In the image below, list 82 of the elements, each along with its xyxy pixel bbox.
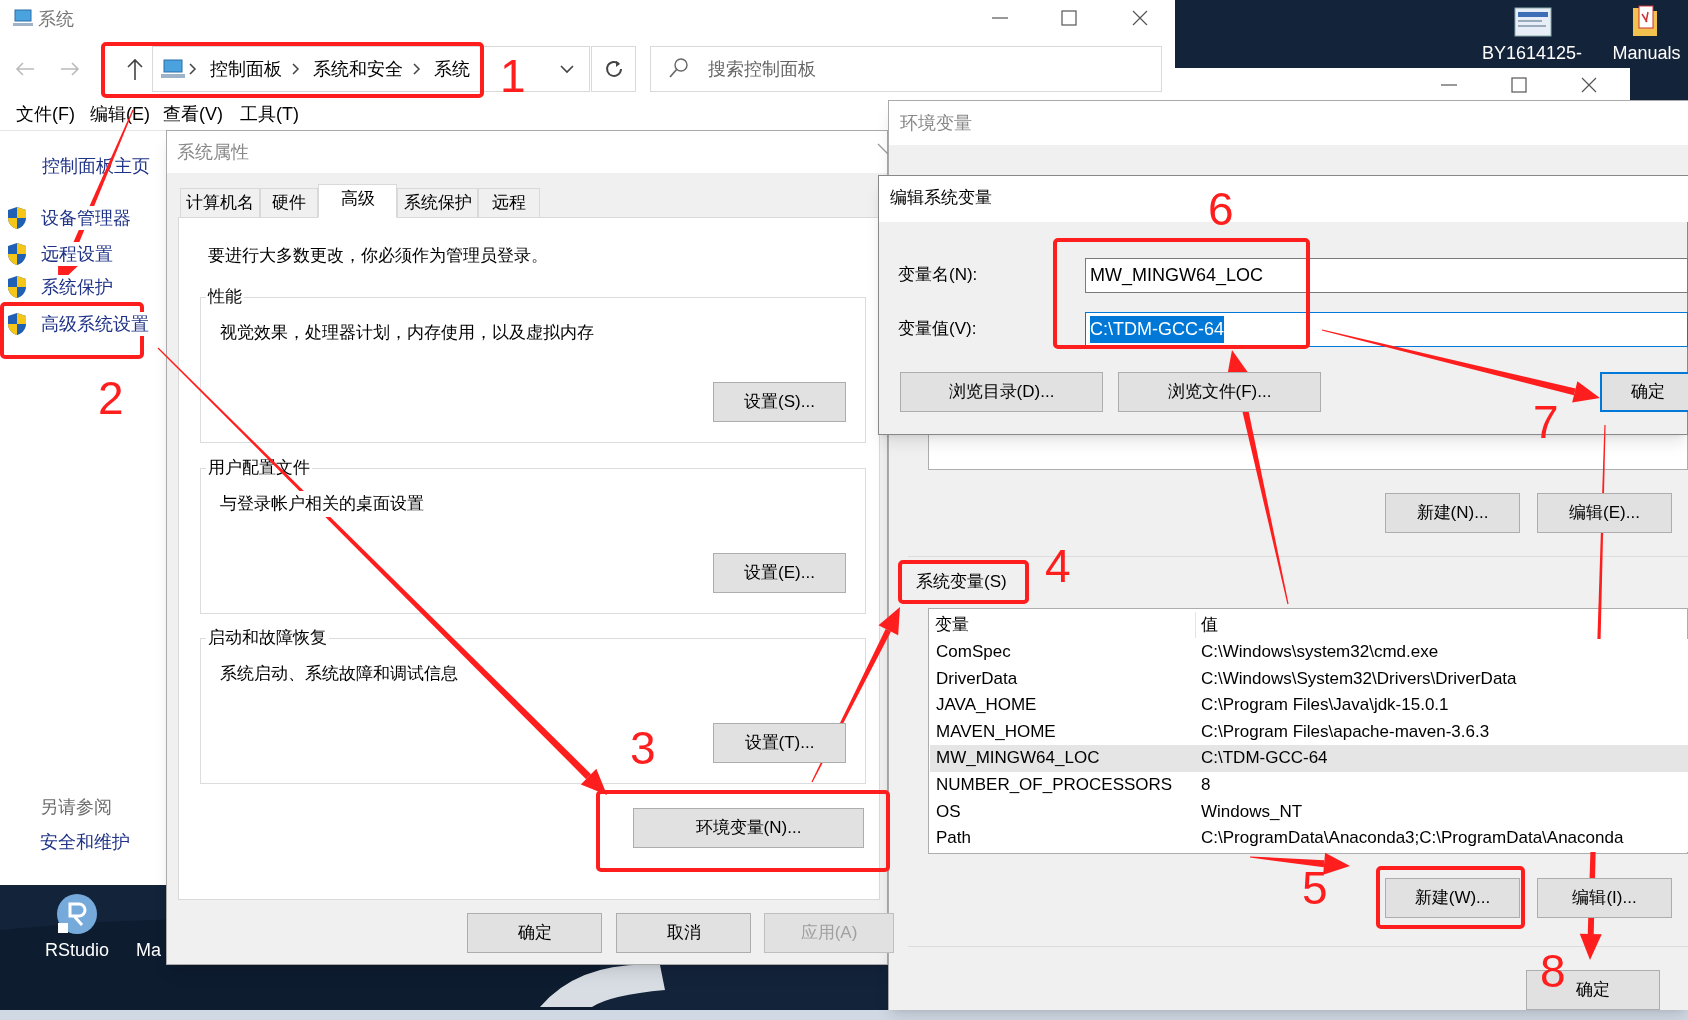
chevron-icon (291, 63, 301, 75)
menu-item[interactable]: 文件(F) (16, 101, 75, 127)
shield-icon (7, 312, 27, 336)
dialog-button[interactable]: 浏览文件(F)... (1118, 372, 1321, 412)
settings-button[interactable]: 设置(S)... (713, 382, 846, 422)
step-number: 3 (630, 722, 656, 774)
tab[interactable]: 计算机名 (180, 188, 260, 218)
step-number: 7 (1533, 396, 1559, 448)
tab[interactable]: 远程 (478, 188, 540, 218)
breadcrumb-item[interactable]: 控制面板 (210, 56, 282, 80)
tab[interactable]: 系统保护 (397, 188, 478, 218)
section-heading: 另请参阅 (40, 796, 112, 819)
settings-button[interactable]: 设置(E)... (713, 553, 846, 593)
forward-arrow-icon[interactable] (59, 60, 81, 78)
dialog-title: 环境变量 (900, 112, 973, 135)
menu-item[interactable]: 工具(T) (240, 101, 299, 127)
refresh-button[interactable] (591, 46, 636, 92)
shield-icon (7, 242, 27, 266)
desktop-icon-label[interactable]: BY1614125- (1472, 40, 1592, 64)
search-field[interactable] (650, 46, 1162, 92)
dialog-title: 编辑系统变量 (890, 187, 992, 209)
step-number: 1 (500, 50, 526, 102)
table-cell[interactable]: C:\TDM-GCC-64 (1195, 745, 1688, 773)
tab[interactable]: 高级 (318, 184, 397, 218)
column-header[interactable]: 变量 (935, 612, 969, 638)
dialog-button[interactable]: 确定 (467, 913, 602, 953)
sidebar-link[interactable]: 系统保护 (41, 275, 113, 299)
chevron-icon (412, 63, 422, 75)
step-number: 5 (1302, 862, 1328, 914)
maximize-icon[interactable] (1060, 9, 1078, 27)
window-title: 系统 (38, 8, 75, 30)
desktop-icon-label[interactable]: RStudio (32, 937, 122, 961)
refresh-icon (603, 59, 624, 79)
computer-icon (12, 8, 34, 28)
table-cell[interactable]: MW_MINGW64_LOC (930, 745, 1195, 773)
search-icon (668, 57, 690, 79)
input-field[interactable]: C:\TDM-GCC-64 (1085, 312, 1688, 347)
chevron-icon (188, 63, 198, 75)
folder-icon (1630, 2, 1660, 38)
sidebar-link[interactable]: 远程设置 (41, 242, 113, 266)
group-description: 与登录帐户相关的桌面设置 (220, 491, 424, 517)
dialog-button[interactable]: 浏览目录(D)... (900, 372, 1103, 412)
close-icon[interactable] (1580, 76, 1598, 94)
step-number: 4 (1045, 540, 1071, 592)
input-field[interactable]: MW_MINGW64_LOC (1085, 258, 1688, 293)
dialog-button[interactable]: 取消 (616, 913, 751, 953)
field-label: 变量名(N): (898, 264, 978, 286)
desktop-icon-label[interactable]: Ma (136, 937, 166, 961)
computer-icon (160, 58, 186, 80)
list-button[interactable]: 编辑(I)... (1537, 878, 1672, 918)
shield-icon (7, 275, 27, 299)
column-header[interactable]: 值 (1201, 612, 1218, 638)
address-bar[interactable] (152, 46, 590, 92)
step-number: 2 (98, 372, 124, 424)
document-icon (1513, 6, 1553, 38)
back-arrow-icon[interactable] (14, 60, 36, 78)
up-arrow-icon[interactable] (125, 57, 145, 81)
rstudio-icon (56, 893, 98, 935)
step-number: 6 (1208, 183, 1234, 235)
tab[interactable]: 硬件 (260, 188, 318, 218)
sidebar-link[interactable]: 安全和维护 (40, 829, 130, 855)
breadcrumb-item[interactable]: 系统和安全 (313, 56, 403, 80)
dialog-button[interactable]: 确定 (1600, 372, 1688, 412)
section-label: 系统变量(S) (916, 571, 1007, 593)
notice-text: 要进行大多数更改，你必须作为管理员登录。 (208, 245, 548, 267)
environment-variables-button[interactable]: 环境变量(N)... (633, 808, 864, 848)
desktop-icon-label[interactable]: Manuals (1605, 40, 1688, 64)
list-button[interactable]: 新建(W)... (1385, 878, 1520, 918)
sidebar-link[interactable]: 设备管理器 (41, 206, 131, 230)
sidebar-link[interactable]: 高级系统设置 (41, 312, 149, 336)
settings-button[interactable]: 设置(T)... (713, 723, 846, 763)
dropdown-chevron-icon[interactable] (559, 63, 575, 75)
list-button[interactable]: 新建(N)... (1385, 493, 1520, 533)
search-placeholder: 搜索控制面板 (708, 58, 817, 80)
shield-icon (7, 206, 27, 230)
maximize-icon[interactable] (1510, 76, 1528, 94)
dialog-title: 系统属性 (177, 141, 250, 164)
field-label: 变量值(V): (898, 318, 977, 340)
close-icon[interactable] (1131, 9, 1149, 27)
breadcrumb-item[interactable]: 系统 (434, 56, 470, 80)
list-button[interactable]: 编辑(E)... (1537, 493, 1672, 533)
menu-item[interactable]: 查看(V) (163, 101, 223, 127)
